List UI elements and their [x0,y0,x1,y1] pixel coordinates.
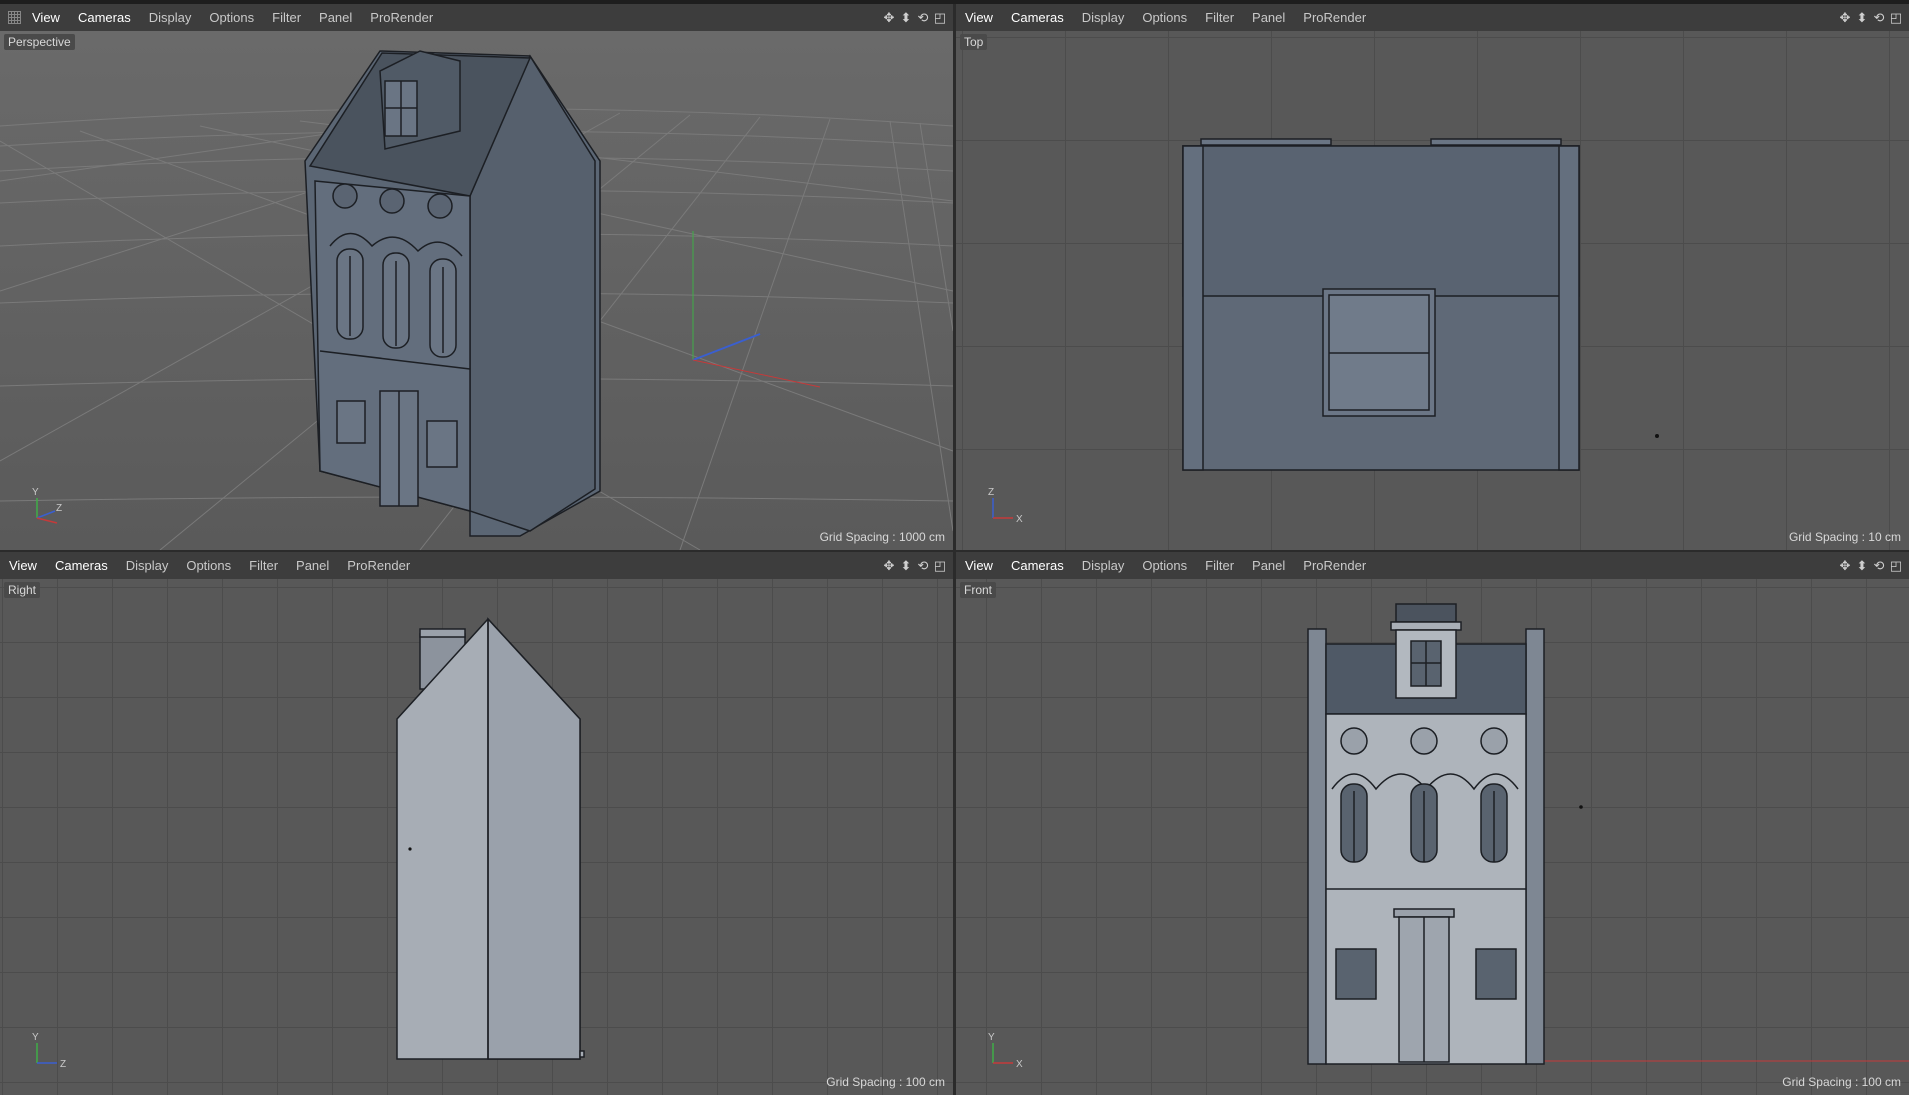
svg-text:X: X [1016,1059,1023,1070]
menu-panel[interactable]: Panel [1243,4,1294,31]
move-view-icon[interactable]: ✥ [882,558,896,574]
menu-view[interactable]: View [956,4,1002,31]
menu-cameras[interactable]: Cameras [1002,552,1073,579]
svg-text:Y: Y [988,1032,995,1043]
menu-cameras[interactable]: Cameras [1002,4,1073,31]
menu-display[interactable]: Display [117,552,178,579]
grid-spacing-readout: Grid Spacing : 100 cm [1782,1075,1901,1089]
svg-text:Z: Z [988,487,994,498]
perspective-scene: Y Z [0,50,953,550]
front-scene: Y X [988,603,1909,1070]
grid-spacing-readout: Grid Spacing : 1000 cm [819,530,945,544]
top-menubar: View Cameras Display Options Filter Pane… [956,4,1909,31]
viewport-nav-icons: ✥ ⬍ ⟲ ◰ [882,4,947,31]
menu-view[interactable]: View [23,4,69,31]
viewport-label-top[interactable]: Top [960,34,988,50]
menu-options[interactable]: Options [200,4,263,31]
menu-view[interactable]: View [0,552,46,579]
viewport-label-front[interactable]: Front [960,582,997,598]
front-axis-gizmo: Y X [988,1032,1023,1070]
menu-options[interactable]: Options [1133,4,1196,31]
right-menubar: View Cameras Display Options Filter Pane… [0,552,953,579]
perspective-axis-gizmo: Y Z [32,487,62,524]
menu-display[interactable]: Display [140,4,201,31]
svg-text:Y: Y [32,487,39,498]
viewport-label-perspective[interactable]: Perspective [4,34,75,50]
dolly-view-icon[interactable]: ⬍ [899,558,913,574]
menu-prorender[interactable]: ProRender [361,4,442,31]
dolly-view-icon[interactable]: ⬍ [1855,10,1869,26]
perspective-house [304,50,601,537]
menu-panel[interactable]: Panel [310,4,361,31]
viewport-grid-icon[interactable] [8,11,21,24]
menu-panel[interactable]: Panel [1243,552,1294,579]
menu-cameras[interactable]: Cameras [46,552,117,579]
menu-prorender[interactable]: ProRender [1294,4,1375,31]
menu-filter[interactable]: Filter [263,4,310,31]
viewport-label-right[interactable]: Right [4,582,41,598]
right-house [396,617,585,1060]
move-view-icon[interactable]: ✥ [1838,10,1852,26]
right-canvas[interactable]: Y Z Right Grid Spacing : 100 cm [0,579,953,1095]
right-scene: Y Z [32,617,585,1070]
svg-text:X: X [1016,514,1023,525]
grid-spacing-readout: Grid Spacing : 100 cm [826,1075,945,1089]
top-viewport[interactable]: View Cameras Display Options Filter Pane… [956,4,1909,550]
svg-text:Y: Y [32,1032,39,1043]
top-axis-gizmo: Z X [988,487,1023,525]
maximize-view-icon[interactable]: ◰ [933,10,947,26]
perspective-canvas[interactable]: Y Z Perspective Grid Spacing : 1000 cm [0,31,953,550]
menu-panel[interactable]: Panel [287,552,338,579]
top-house [1182,138,1580,471]
viewport-nav-icons: ✥ ⬍ ⟲ ◰ [882,552,947,579]
svg-text:Z: Z [56,503,62,514]
move-view-icon[interactable]: ✥ [1838,558,1852,574]
rotate-view-icon[interactable]: ⟲ [1872,10,1886,26]
top-scene: Z X [988,138,1659,525]
perspective-viewport[interactable]: View Cameras Display Options Filter Pane… [0,4,953,550]
menu-view[interactable]: View [956,552,1002,579]
rotate-view-icon[interactable]: ⟲ [1872,558,1886,574]
perspective-axis-x [692,359,821,388]
menu-options[interactable]: Options [177,552,240,579]
menu-filter[interactable]: Filter [1196,4,1243,31]
svg-text:Z: Z [60,1059,66,1070]
right-viewport[interactable]: View Cameras Display Options Filter Pane… [0,552,953,1095]
grid-spacing-readout: Grid Spacing : 10 cm [1788,530,1901,544]
menu-prorender[interactable]: ProRender [338,552,419,579]
menu-display[interactable]: Display [1073,552,1134,579]
rotate-view-icon[interactable]: ⟲ [916,558,930,574]
top-canvas[interactable]: Z X Top Grid Spacing : 10 cm [956,31,1909,550]
right-axis-gizmo: Y Z [32,1032,66,1070]
front-house [1307,603,1545,1065]
maximize-view-icon[interactable]: ◰ [933,558,947,574]
viewport-nav-icons: ✥ ⬍ ⟲ ◰ [1838,4,1903,31]
maximize-view-icon[interactable]: ◰ [1889,10,1903,26]
viewport-nav-icons: ✥ ⬍ ⟲ ◰ [1838,552,1903,579]
dolly-view-icon[interactable]: ⬍ [1855,558,1869,574]
front-viewport[interactable]: View Cameras Display Options Filter Pane… [956,552,1909,1095]
dolly-view-icon[interactable]: ⬍ [899,10,913,26]
perspective-menubar: View Cameras Display Options Filter Pane… [0,4,953,31]
menu-options[interactable]: Options [1133,552,1196,579]
menu-display[interactable]: Display [1073,4,1134,31]
menu-filter[interactable]: Filter [1196,552,1243,579]
menu-filter[interactable]: Filter [240,552,287,579]
perspective-axis-z [692,333,761,361]
front-menubar: View Cameras Display Options Filter Pane… [956,552,1909,579]
front-canvas[interactable]: Y X Front Grid Spacing : 100 cm [956,579,1909,1095]
move-view-icon[interactable]: ✥ [882,10,896,26]
menu-prorender[interactable]: ProRender [1294,552,1375,579]
menu-cameras[interactable]: Cameras [69,4,140,31]
rotate-view-icon[interactable]: ⟲ [916,10,930,26]
maximize-view-icon[interactable]: ◰ [1889,558,1903,574]
